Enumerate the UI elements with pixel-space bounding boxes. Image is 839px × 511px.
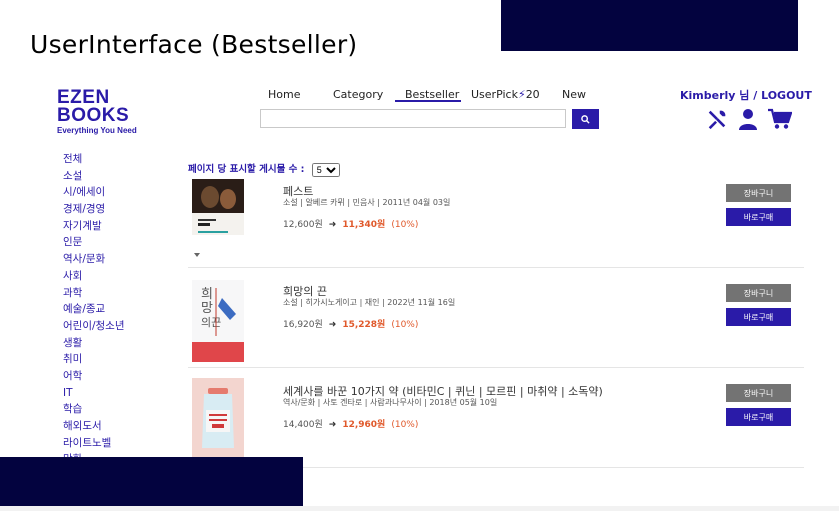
- sidebar-item-self-help[interactable]: 자기계발: [63, 218, 125, 235]
- sidebar-item-foreign[interactable]: 해외도서: [63, 418, 125, 435]
- nav-userpick20[interactable]: UserPick⚡20: [471, 88, 540, 101]
- nav-category[interactable]: Category: [333, 88, 383, 101]
- buy-now-button[interactable]: 바로구매: [726, 408, 791, 426]
- per-page-label: 페이지 당 표시할 게시물 수 :: [188, 164, 305, 175]
- buy-now-button[interactable]: 바로구매: [726, 308, 791, 326]
- sidebar-item-children[interactable]: 어린이/청소년: [63, 318, 125, 335]
- bolt-icon: ⚡: [517, 88, 526, 101]
- category-sidebar: 전체 소설 시/에세이 경제/경영 자기계발 인문 역사/문화 사회 과학 예술…: [63, 151, 125, 468]
- dropdown-caret-icon: [194, 253, 200, 257]
- book-meta: 소설 | 알베르 카뮈 | 민음사 | 2011년 04월 03일: [283, 198, 451, 207]
- cart-icon[interactable]: [768, 108, 792, 130]
- sidebar-item-study[interactable]: 학습: [63, 401, 125, 418]
- sidebar-item-it[interactable]: IT: [63, 385, 125, 402]
- per-page-select[interactable]: 5: [311, 162, 340, 177]
- sidebar-item-poetry-essay[interactable]: 시/에세이: [63, 184, 125, 201]
- per-page-control: 페이지 당 표시할 게시물 수 : 5: [188, 161, 340, 177]
- sidebar-item-history[interactable]: 역사/문화: [63, 251, 125, 268]
- svg-text:의끈: 의끈: [201, 316, 221, 329]
- book-cover[interactable]: 희 망 의끈: [192, 280, 244, 362]
- svg-text:망: 망: [201, 301, 213, 316]
- search-button[interactable]: [572, 109, 599, 129]
- price-line: 12,600원 ➜ 11,340원 (10%): [283, 217, 418, 230]
- price-line: 16,920원 ➜ 15,228원 (10%): [283, 317, 418, 330]
- arrow-right-icon: ➜: [328, 220, 337, 230]
- row-divider: [188, 267, 804, 268]
- price-line: 14,400원 ➜ 12,960원 (10%): [283, 417, 418, 430]
- sidebar-item-living[interactable]: 생활: [63, 335, 125, 352]
- nav-home[interactable]: Home: [268, 88, 300, 101]
- slide-bottom-border: [0, 506, 839, 511]
- book-cover[interactable]: [192, 378, 244, 461]
- sidebar-item-language[interactable]: 어학: [63, 368, 125, 385]
- sale-price: 12,960원: [342, 420, 386, 430]
- search-input[interactable]: [260, 109, 566, 128]
- arrow-right-icon: ➜: [328, 320, 337, 330]
- user-icon[interactable]: [738, 108, 758, 130]
- sidebar-item-hobby[interactable]: 취미: [63, 351, 125, 368]
- sidebar-item-all[interactable]: 전체: [63, 151, 125, 168]
- logo-tagline: Everything You Need: [57, 126, 137, 135]
- discount-rate: (10%): [391, 320, 419, 330]
- list-price: 12,600원: [283, 220, 323, 230]
- book-cover[interactable]: [192, 179, 244, 235]
- sidebar-item-humanities[interactable]: 인문: [63, 234, 125, 251]
- discount-rate: (10%): [391, 220, 419, 230]
- sale-price: 11,340원: [342, 220, 386, 230]
- sidebar-item-science[interactable]: 과학: [63, 285, 125, 302]
- search-icon: [581, 114, 590, 124]
- sidebar-item-novel[interactable]: 소설: [63, 168, 125, 185]
- svg-text:희: 희: [201, 287, 213, 302]
- sidebar-item-society[interactable]: 사회: [63, 268, 125, 285]
- nav-userpick-suffix: 20: [525, 88, 540, 101]
- decorative-navy-block-bottom: [0, 457, 303, 506]
- discount-rate: (10%): [391, 420, 419, 430]
- nav-new[interactable]: New: [562, 88, 586, 101]
- sidebar-item-economy[interactable]: 경제/경영: [63, 201, 125, 218]
- nav-active-underline: [395, 100, 461, 102]
- sidebar-item-art-religion[interactable]: 예술/종교: [63, 301, 125, 318]
- book-meta: 소설 | 히가시노게이고 | 재인 | 2022년 11월 16일: [283, 298, 456, 307]
- decorative-navy-block-top: [501, 0, 798, 51]
- book-meta: 역사/문화 | 사토 겐타로 | 사람과나무사이 | 2018년 05월 10일: [283, 398, 498, 407]
- nav-userpick-prefix: UserPick: [471, 88, 518, 101]
- add-to-cart-button[interactable]: 장바구니: [726, 184, 791, 202]
- list-price: 14,400원: [283, 420, 323, 430]
- buy-now-button[interactable]: 바로구매: [726, 208, 791, 226]
- sidebar-item-light-novel[interactable]: 라이트노벨: [63, 435, 125, 452]
- tools-icon[interactable]: [706, 108, 728, 130]
- add-to-cart-button[interactable]: 장바구니: [726, 384, 791, 402]
- add-to-cart-button[interactable]: 장바구니: [726, 284, 791, 302]
- slide-title: UserInterface (Bestseller): [30, 30, 358, 59]
- row-divider: [188, 367, 804, 368]
- user-greeting-logout[interactable]: Kimberly 님 / LOGOUT: [680, 87, 812, 103]
- logo-line-2: BOOKS: [57, 105, 130, 126]
- sale-price: 15,228원: [342, 320, 386, 330]
- ezen-books-logo[interactable]: EZEN BOOKS Everything You Need: [57, 88, 137, 136]
- list-price: 16,920원: [283, 320, 323, 330]
- arrow-right-icon: ➜: [328, 420, 337, 430]
